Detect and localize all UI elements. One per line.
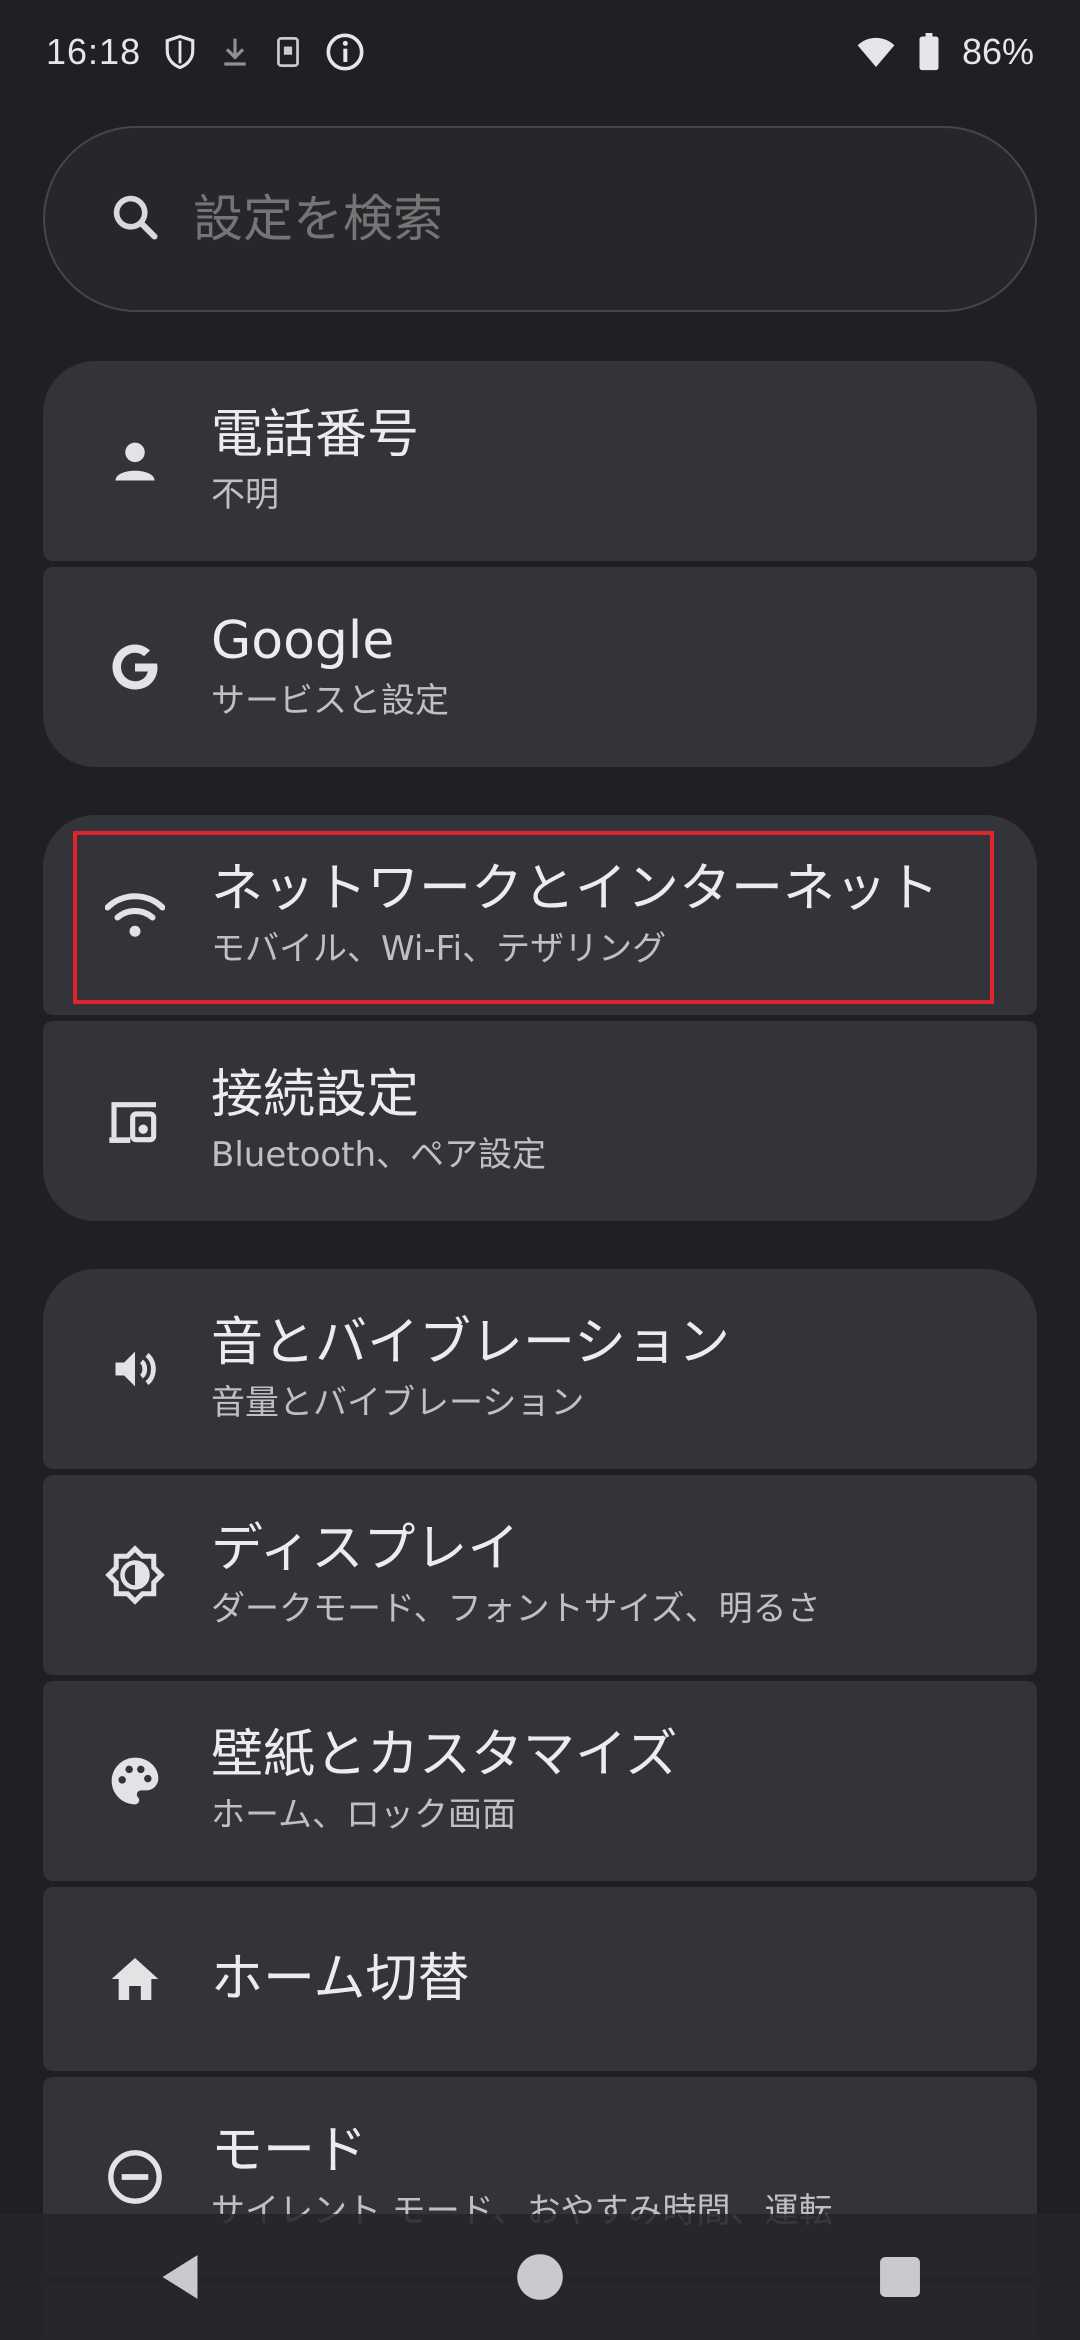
download-icon	[219, 34, 251, 70]
status-right: 86%	[856, 31, 1034, 73]
settings-item-subtitle: モバイル、Wi-Fi、テザリング	[211, 929, 667, 969]
settings-item-title: ネットワークとインターネット	[211, 859, 940, 919]
battery-percent: 86%	[961, 31, 1034, 72]
settings-screen: 16:18 86% 設定を検索 電話番号 不明 Google サービスと設定 ネ…	[0, 0, 1080, 2340]
settings-item-title: ホーム切替	[211, 1949, 470, 2009]
settings-item-wallpaper[interactable]: 壁紙とカスタマイズ ホーム、ロック画面	[43, 1681, 1037, 1881]
settings-item-subtitle: ホーム、ロック画面	[211, 1795, 516, 1835]
settings-item-phone-number[interactable]: 電話番号 不明	[43, 361, 1037, 561]
settings-item-google[interactable]: Google サービスと設定	[43, 567, 1037, 767]
settings-item-sound[interactable]: 音とバイブレーション 音量とバイブレーション	[43, 1269, 1037, 1469]
settings-item-text: ホーム切替	[211, 1948, 469, 2010]
search-icon	[109, 191, 161, 247]
brightness-icon	[105, 1545, 165, 1605]
navigation-bar	[0, 2214, 1080, 2340]
settings-item-network[interactable]: ネットワークとインターネット モバイル、Wi-Fi、テザリング	[43, 815, 1037, 1015]
settings-item-text: 接続設定 Bluetooth、ペア設定	[211, 1064, 546, 1178]
wifi-icon	[856, 35, 896, 69]
status-bar: 16:18 86%	[0, 0, 1080, 104]
home-circle-icon[interactable]	[480, 2227, 600, 2327]
recents-icon[interactable]	[840, 2227, 960, 2327]
google-icon	[105, 637, 165, 697]
settings-item-title: Google	[211, 611, 395, 671]
settings-item-text: ネットワークとインターネット モバイル、Wi-Fi、テザリング	[211, 858, 939, 972]
shield-icon	[163, 33, 197, 71]
settings-item-subtitle: サービスと設定	[211, 681, 449, 721]
person-icon	[105, 431, 165, 491]
volume-icon	[105, 1339, 165, 1399]
settings-item-subtitle: Bluetooth、ペア設定	[211, 1135, 547, 1175]
status-time: 16:18	[46, 31, 142, 72]
settings-item-connected-devices[interactable]: 接続設定 Bluetooth、ペア設定	[43, 1021, 1037, 1221]
sim-icon	[273, 34, 303, 70]
home-icon	[105, 1949, 165, 2009]
settings-item-display[interactable]: ディスプレイ ダークモード、フォントサイズ、明るさ	[43, 1475, 1037, 1675]
settings-item-text: Google サービスと設定	[211, 610, 449, 724]
settings-item-subtitle: 不明	[211, 475, 279, 515]
settings-item-subtitle: 音量とバイブレーション	[211, 1383, 585, 1423]
battery-icon	[918, 33, 940, 71]
palette-icon	[105, 1751, 165, 1811]
search-input[interactable]	[191, 189, 955, 249]
back-icon[interactable]	[120, 2227, 240, 2327]
settings-item-text: 電話番号 不明	[211, 404, 419, 518]
settings-item-title: 接続設定	[211, 1065, 420, 1125]
settings-item-title: 壁紙とカスタマイズ	[211, 1725, 678, 1785]
settings-item-title: 音とバイブレーション	[211, 1313, 730, 1373]
wifi-icon	[105, 885, 165, 945]
info-icon	[325, 32, 365, 72]
settings-item-home-switch[interactable]: ホーム切替	[43, 1887, 1037, 2071]
minus-circle-icon	[105, 2147, 165, 2207]
settings-item-text: 壁紙とカスタマイズ ホーム、ロック画面	[211, 1724, 677, 1838]
settings-item-subtitle: ダークモード、フォントサイズ、明るさ	[211, 1589, 821, 1629]
status-left: 16:18	[46, 31, 365, 73]
search-bar[interactable]	[43, 126, 1037, 312]
devices-icon	[105, 1091, 165, 1151]
settings-item-text: ディスプレイ ダークモード、フォントサイズ、明るさ	[211, 1518, 821, 1632]
settings-item-title: モード	[211, 2121, 368, 2181]
settings-item-text: 音とバイブレーション 音量とバイブレーション	[211, 1312, 730, 1426]
settings-item-title: 電話番号	[211, 405, 420, 465]
settings-item-title: ディスプレイ	[211, 1519, 520, 1579]
